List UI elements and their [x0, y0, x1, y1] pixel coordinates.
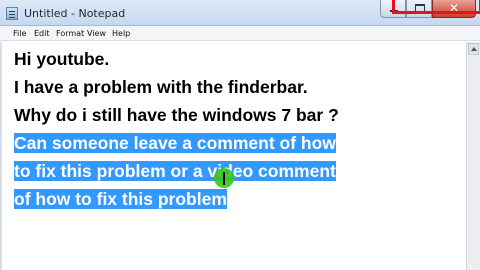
text-line: I have a problem with the finderbar.	[14, 77, 308, 97]
ibeam-cursor-icon	[223, 172, 225, 185]
window-title: Untitled - Notepad	[24, 7, 126, 20]
text-editor[interactable]: Hi youtube. I have a problem with the fi…	[0, 42, 466, 270]
menu-format[interactable]: Format	[56, 29, 84, 38]
scroll-up-arrow-icon[interactable]	[468, 43, 479, 55]
selection: Can someone leave a comment of how	[14, 133, 336, 153]
notepad-window: Untitled - Notepad ✕ File Edit Format Vi…	[0, 0, 480, 270]
menu-file[interactable]: File	[13, 29, 26, 38]
text-line: Why do i still have the windows 7 bar ?	[14, 105, 339, 125]
selection: to fix this problem or a video comment	[14, 161, 336, 181]
menu-help[interactable]: Help	[112, 29, 130, 38]
title-bar[interactable]: Untitled - Notepad ✕	[0, 0, 480, 26]
highlight-frame	[392, 0, 480, 14]
menu-edit[interactable]: Edit	[34, 29, 50, 38]
text-line: Hi youtube.	[14, 49, 110, 69]
vertical-scrollbar[interactable]	[466, 42, 480, 270]
menu-view[interactable]: View	[87, 29, 106, 38]
selection: of how to fix this problem	[14, 189, 227, 209]
notepad-icon[interactable]	[6, 7, 18, 20]
menu-bar: File Edit Format View Help	[0, 26, 480, 41]
selected-text-line: Can someone leave a comment of how	[14, 133, 336, 154]
selected-text-line: of how to fix this problem	[14, 189, 227, 210]
selected-text-line: to fix this problem or a video comment	[14, 161, 336, 182]
